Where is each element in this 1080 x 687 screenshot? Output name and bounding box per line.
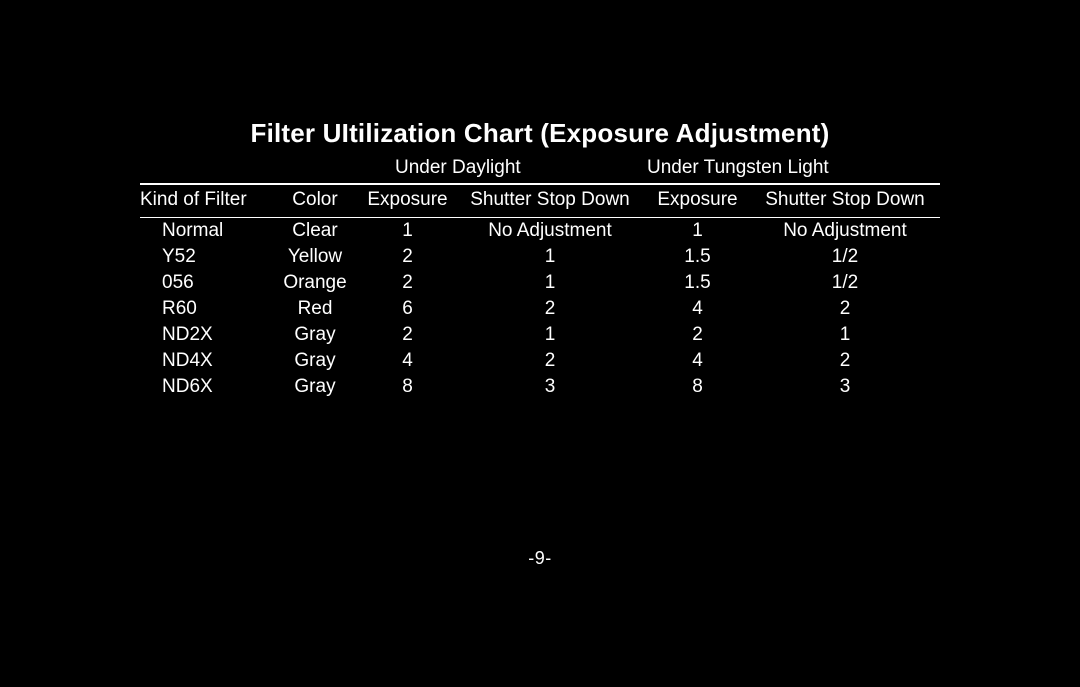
cell-exp-day: 1 xyxy=(360,218,455,245)
cell-ssd-day: 2 xyxy=(455,348,645,374)
table-row: R60 Red 6 2 4 2 xyxy=(140,296,940,322)
cell-kind: ND6X xyxy=(140,374,270,400)
cell-kind: Y52 xyxy=(140,244,270,270)
group-header-row: Under Daylight Under Tungsten Light xyxy=(140,155,940,183)
cell-kind: Normal xyxy=(140,218,270,245)
cell-ssd-tun: 1 xyxy=(750,322,940,348)
cell-kind: ND4X xyxy=(140,348,270,374)
cell-ssd-tun: 2 xyxy=(750,348,940,374)
group-header-spacer xyxy=(140,155,360,183)
cell-exp-day: 2 xyxy=(360,244,455,270)
cell-exp-day: 8 xyxy=(360,374,455,400)
cell-color: Gray xyxy=(270,374,360,400)
cell-color: Gray xyxy=(270,322,360,348)
table-row: Normal Clear 1 No Adjustment 1 No Adjust… xyxy=(140,218,940,245)
document-page: Filter UItilization Chart (Exposure Adju… xyxy=(0,0,1080,687)
cell-exp-tun: 4 xyxy=(645,348,750,374)
cell-ssd-tun: No Adjustment xyxy=(750,218,940,245)
cell-color: Yellow xyxy=(270,244,360,270)
cell-exp-tun: 8 xyxy=(645,374,750,400)
cell-exp-tun: 1.5 xyxy=(645,270,750,296)
col-color: Color xyxy=(270,185,360,218)
cell-exp-tun: 4 xyxy=(645,296,750,322)
group-header-tungsten: Under Tungsten Light xyxy=(645,155,940,183)
page-title: Filter UItilization Chart (Exposure Adju… xyxy=(0,118,1080,149)
col-kind: Kind of Filter xyxy=(140,185,270,218)
filter-utilization-table: Under Daylight Under Tungsten Light Kind… xyxy=(140,155,940,400)
col-exposure-tun: Exposure xyxy=(645,185,750,218)
cell-exp-tun: 2 xyxy=(645,322,750,348)
cell-ssd-tun: 2 xyxy=(750,296,940,322)
cell-kind: ND2X xyxy=(140,322,270,348)
cell-kind: 056 xyxy=(140,270,270,296)
cell-ssd-tun: 1/2 xyxy=(750,244,940,270)
cell-ssd-day: 2 xyxy=(455,296,645,322)
cell-color: Orange xyxy=(270,270,360,296)
cell-ssd-day: No Adjustment xyxy=(455,218,645,245)
col-ssd-day: Shutter Stop Down xyxy=(455,185,645,218)
table-row: ND4X Gray 4 2 4 2 xyxy=(140,348,940,374)
cell-ssd-day: 3 xyxy=(455,374,645,400)
col-ssd-tun: Shutter Stop Down xyxy=(750,185,940,218)
table-row: ND6X Gray 8 3 8 3 xyxy=(140,374,940,400)
cell-exp-day: 4 xyxy=(360,348,455,374)
table-row: Y52 Yellow 2 1 1.5 1/2 xyxy=(140,244,940,270)
cell-ssd-tun: 1/2 xyxy=(750,270,940,296)
cell-ssd-day: 1 xyxy=(455,244,645,270)
cell-exp-tun: 1 xyxy=(645,218,750,245)
cell-ssd-day: 1 xyxy=(455,322,645,348)
cell-ssd-tun: 3 xyxy=(750,374,940,400)
cell-kind: R60 xyxy=(140,296,270,322)
cell-exp-day: 2 xyxy=(360,322,455,348)
cell-color: Clear xyxy=(270,218,360,245)
table-body: Normal Clear 1 No Adjustment 1 No Adjust… xyxy=(140,218,940,401)
cell-exp-day: 2 xyxy=(360,270,455,296)
group-header-daylight: Under Daylight xyxy=(360,155,645,183)
cell-ssd-day: 1 xyxy=(455,270,645,296)
cell-exp-tun: 1.5 xyxy=(645,244,750,270)
cell-exp-day: 6 xyxy=(360,296,455,322)
filter-table-container: Under Daylight Under Tungsten Light Kind… xyxy=(140,155,940,400)
col-exposure-day: Exposure xyxy=(360,185,455,218)
page-number: -9- xyxy=(0,548,1080,569)
table-row: 056 Orange 2 1 1.5 1/2 xyxy=(140,270,940,296)
cell-color: Gray xyxy=(270,348,360,374)
table-row: ND2X Gray 2 1 2 1 xyxy=(140,322,940,348)
column-header-row: Kind of Filter Color Exposure Shutter St… xyxy=(140,185,940,218)
cell-color: Red xyxy=(270,296,360,322)
